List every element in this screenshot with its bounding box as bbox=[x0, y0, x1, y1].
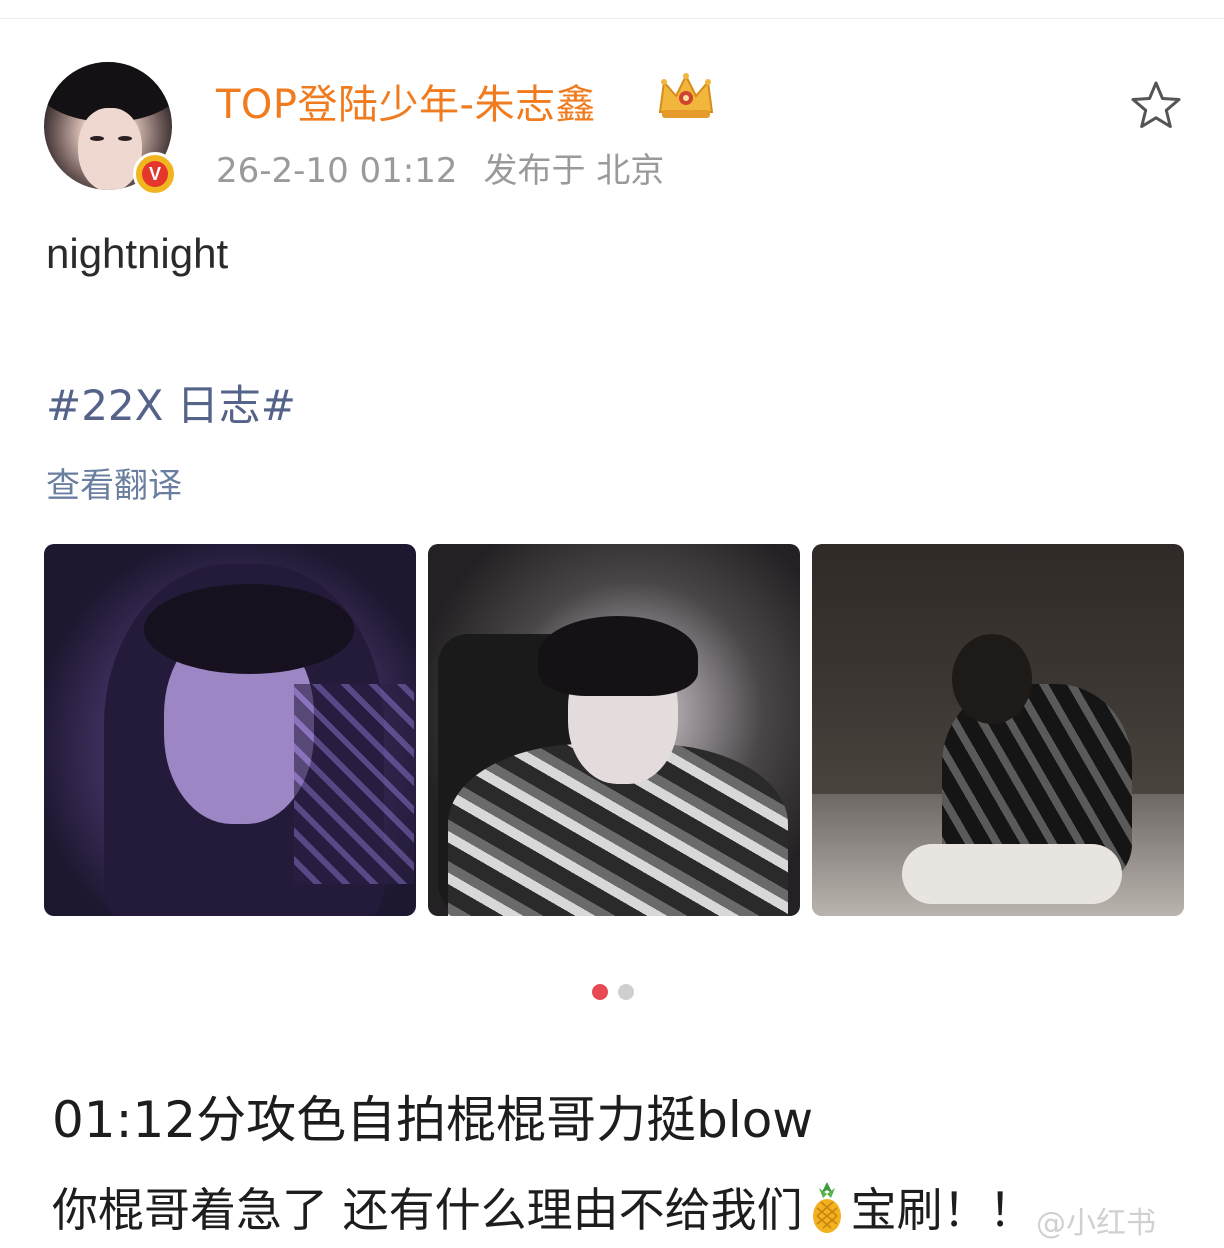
post-meta: 26-2-10 01:12 发布于 北京 bbox=[216, 143, 664, 192]
photo-3-head bbox=[952, 634, 1032, 724]
translate-link[interactable]: 查看翻译 bbox=[46, 458, 182, 507]
photo-3[interactable] bbox=[812, 544, 1184, 916]
caption-subline: 你棍哥着急了 还有什么理由不给我们 宝刷！！ bbox=[52, 1174, 1035, 1240]
pager-dot[interactable] bbox=[618, 984, 634, 1000]
avatar-eye-left bbox=[90, 136, 104, 141]
pager-dot-active[interactable] bbox=[592, 984, 608, 1000]
hashtag-link[interactable]: #22X 日志# bbox=[46, 372, 296, 433]
caption-subline-start: 你棍哥着急了 还有什么理由不给我们 bbox=[52, 1183, 803, 1237]
photo-1-pattern bbox=[294, 684, 414, 884]
photo-2-hair bbox=[538, 616, 698, 696]
post-text: nightnight bbox=[46, 230, 229, 277]
photo-1-hair bbox=[144, 584, 354, 674]
username[interactable]: TOP登陆少年-朱志鑫 bbox=[216, 72, 596, 130]
avatar-eye-right bbox=[118, 136, 132, 141]
verified-v-mark: V bbox=[142, 161, 168, 187]
pineapple-emoji bbox=[812, 1182, 841, 1233]
verified-badge-icon: V bbox=[133, 152, 177, 196]
watermark: @小红书 bbox=[1036, 1206, 1156, 1241]
post-timestamp: 26-2-10 01:12 bbox=[216, 151, 458, 191]
caption-subline-end: 宝刷！！ bbox=[850, 1183, 1035, 1237]
photo-2[interactable] bbox=[428, 544, 800, 916]
photo-3-legs bbox=[902, 844, 1122, 904]
top-divider bbox=[0, 0, 1224, 19]
caption-headline: 01:12分攻色自拍棍棍哥力挺blow bbox=[52, 1091, 814, 1149]
star-icon[interactable] bbox=[1128, 78, 1184, 134]
crown-icon bbox=[658, 73, 714, 118]
photo-pager bbox=[592, 984, 634, 1000]
photo-1[interactable] bbox=[44, 544, 416, 916]
post-location: 发布于 北京 bbox=[483, 151, 665, 191]
